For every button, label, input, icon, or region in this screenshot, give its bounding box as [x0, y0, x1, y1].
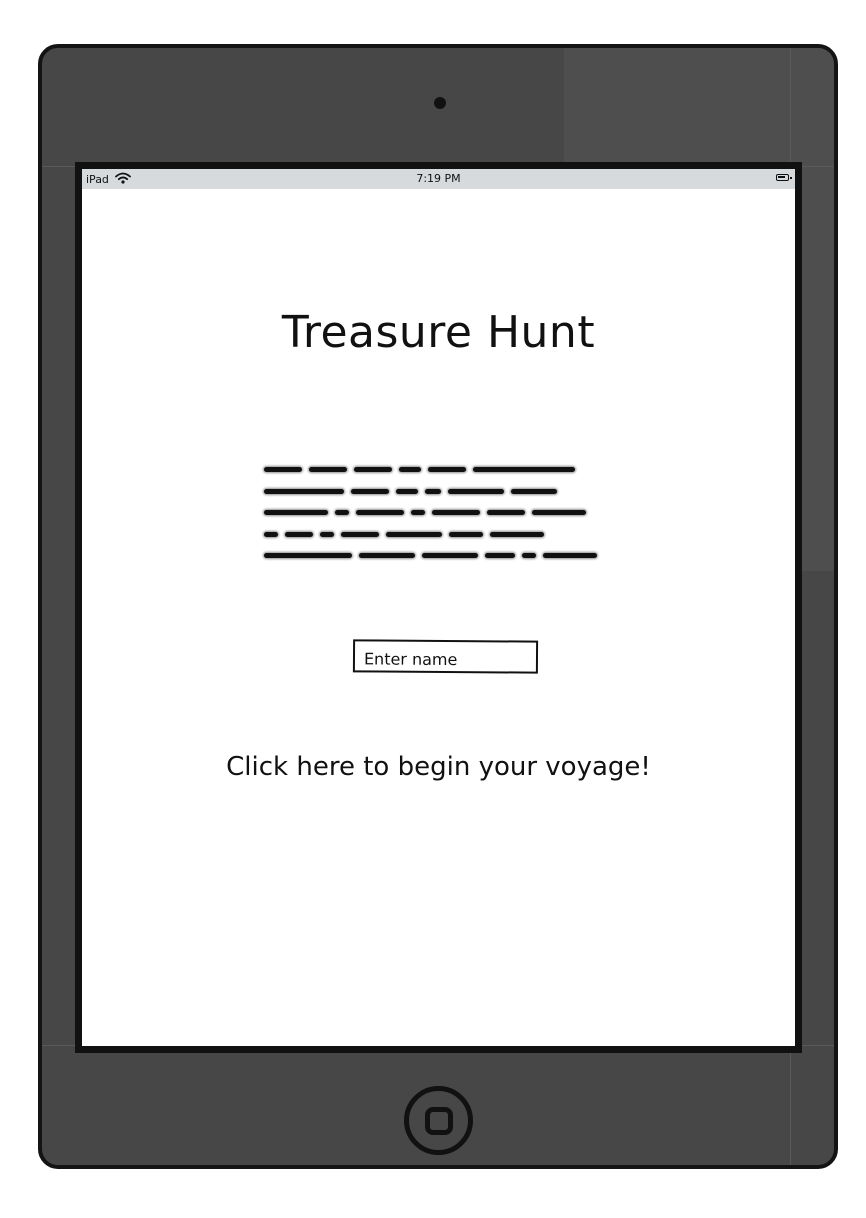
- status-time: 7:19 PM: [416, 172, 461, 185]
- home-button[interactable]: [404, 1086, 473, 1155]
- ipad-frame: iPad 7:19 PM Treasure Hunt Enter name Cl…: [38, 44, 838, 1169]
- battery-icon: [776, 174, 792, 181]
- ipad-screen: iPad 7:19 PM Treasure Hunt Enter name Cl…: [75, 162, 802, 1053]
- placeholder-text-line: [264, 481, 634, 503]
- status-bar: iPad 7:19 PM: [82, 169, 795, 189]
- camera-icon: [434, 97, 446, 109]
- placeholder-text-line: [264, 502, 634, 524]
- placeholder-text-line: [264, 524, 634, 546]
- placeholder-text-line: [264, 545, 634, 567]
- description-text-placeholder: [264, 459, 634, 567]
- placeholder-text-line: [264, 459, 634, 481]
- name-input[interactable]: [352, 639, 539, 674]
- page-title: Treasure Hunt: [281, 307, 596, 358]
- home-button-icon: [425, 1107, 453, 1135]
- begin-voyage-link[interactable]: Click here to begin your voyage!: [82, 752, 795, 782]
